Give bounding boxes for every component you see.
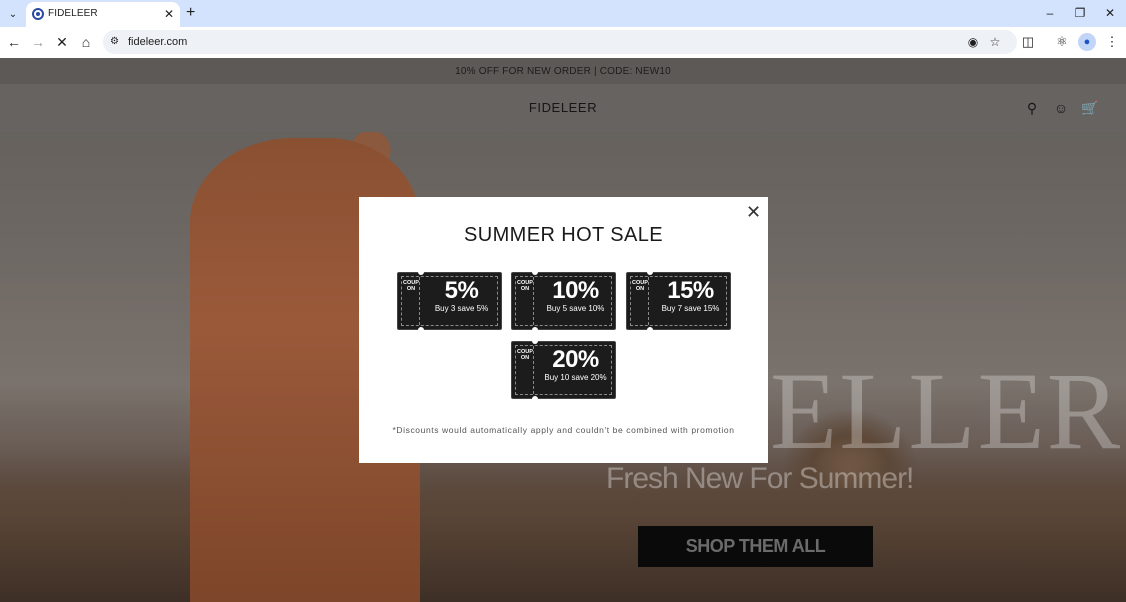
- home-icon[interactable]: ⌂: [76, 32, 96, 52]
- tab-strip: ⌄ FIDELEER ✕ + – ❐ ✕: [0, 0, 1126, 27]
- coupon-card: COUPON 20% Buy 10 save 20%: [511, 338, 616, 402]
- modal-title: SUMMER HOT SALE: [464, 224, 663, 246]
- coupon-stub: COUPON: [516, 277, 534, 325]
- hero-brand-text: ELLERS: [770, 350, 1126, 472]
- coupon-stub: COUPON: [516, 346, 534, 394]
- coupon-card: COUPON 5% Buy 3 save 5%: [397, 269, 502, 333]
- back-icon[interactable]: ←: [4, 32, 24, 52]
- coupon-stub-label: COUPON: [632, 280, 648, 293]
- browser-tab[interactable]: FIDELEER ✕: [26, 2, 180, 27]
- modal-close-icon[interactable]: ✕: [746, 203, 761, 221]
- site-favicon-icon: [32, 8, 44, 20]
- announcement-text: 10% OFF FOR NEW ORDER | CODE: NEW10: [455, 66, 671, 77]
- shop-them-all-button[interactable]: SHOP THEM ALL: [638, 526, 873, 567]
- coupon-percent: 10%: [552, 277, 599, 304]
- coupon-description: Buy 7 save 15%: [661, 304, 720, 313]
- coupon-notch: [418, 327, 424, 333]
- tab-close-icon[interactable]: ✕: [164, 6, 174, 22]
- coupon-notch: [532, 269, 538, 275]
- stop-icon[interactable]: ✕: [52, 32, 72, 52]
- coupon-percent: 20%: [552, 346, 599, 373]
- coupon-stub: COUPON: [631, 277, 649, 325]
- restore-icon[interactable]: ❐: [1070, 3, 1090, 23]
- coupon-card: COUPON 15% Buy 7 save 15%: [626, 269, 731, 333]
- modal-disclaimer: *Discounts would automatically apply and…: [392, 425, 735, 435]
- coupon-stub-label: COUPON: [403, 280, 419, 293]
- announcement-bar: 10% OFF FOR NEW ORDER | CODE: NEW10: [0, 58, 1126, 84]
- coupon-percent: 15%: [667, 277, 714, 304]
- new-tab-icon[interactable]: +: [186, 4, 195, 22]
- coupon-percent: 5%: [444, 277, 479, 304]
- hero-tagline: Fresh New For Summer!: [606, 462, 914, 495]
- coupon-notch: [647, 269, 653, 275]
- site-header: FIDELEER ⚲ ☺ 🛒: [0, 84, 1126, 132]
- coupon-stub-label: COUPON: [517, 349, 533, 362]
- coupon-notch: [418, 269, 424, 275]
- forward-icon[interactable]: →: [28, 32, 48, 52]
- coupon-stub-label: COUPON: [517, 280, 533, 293]
- browser-toolbar: ← → ✕ ⌂ ⚙ fideleer.com ◉ ☆ ◫ ⚛ ● ⋮: [0, 27, 1126, 58]
- url-text[interactable]: fideleer.com: [128, 36, 187, 48]
- coupon-description: Buy 5 save 10%: [546, 304, 605, 313]
- coupon-notch: [532, 338, 538, 344]
- site-logo[interactable]: FIDELEER: [0, 100, 1126, 115]
- minimize-icon[interactable]: –: [1040, 3, 1060, 23]
- profile-avatar-icon[interactable]: ●: [1078, 33, 1096, 51]
- account-icon[interactable]: ☺: [1051, 98, 1071, 118]
- cart-icon[interactable]: 🛒: [1080, 98, 1100, 118]
- coupon-card: COUPON 10% Buy 5 save 10%: [511, 269, 616, 333]
- close-window-icon[interactable]: ✕: [1100, 3, 1120, 23]
- coupon-stub: COUPON: [402, 277, 420, 325]
- coupon-description: Buy 10 save 20%: [544, 373, 607, 382]
- kebab-menu-icon[interactable]: ⋮: [1102, 32, 1122, 52]
- coupon-notch: [647, 327, 653, 333]
- eye-off-icon[interactable]: ◉: [965, 34, 981, 50]
- extensions-icon[interactable]: ◫: [1018, 32, 1038, 52]
- chevron-down-icon[interactable]: ⌄: [5, 6, 21, 22]
- coupon-notch: [532, 327, 538, 333]
- bookmark-star-icon[interactable]: ☆: [987, 34, 1003, 50]
- search-icon[interactable]: ⚲: [1022, 98, 1042, 118]
- coupon-notch: [532, 396, 538, 402]
- site-info-icon[interactable]: ⚙: [110, 36, 122, 48]
- tab-title: FIDELEER: [48, 8, 98, 19]
- promo-modal: ✕ SUMMER HOT SALE COUPON 5% Buy 3 save 5…: [359, 197, 768, 463]
- address-bar[interactable]: ⚙ fideleer.com ◉ ☆: [103, 30, 1017, 54]
- labs-flask-icon[interactable]: ⚛: [1052, 32, 1072, 52]
- coupon-description: Buy 3 save 5%: [434, 304, 489, 313]
